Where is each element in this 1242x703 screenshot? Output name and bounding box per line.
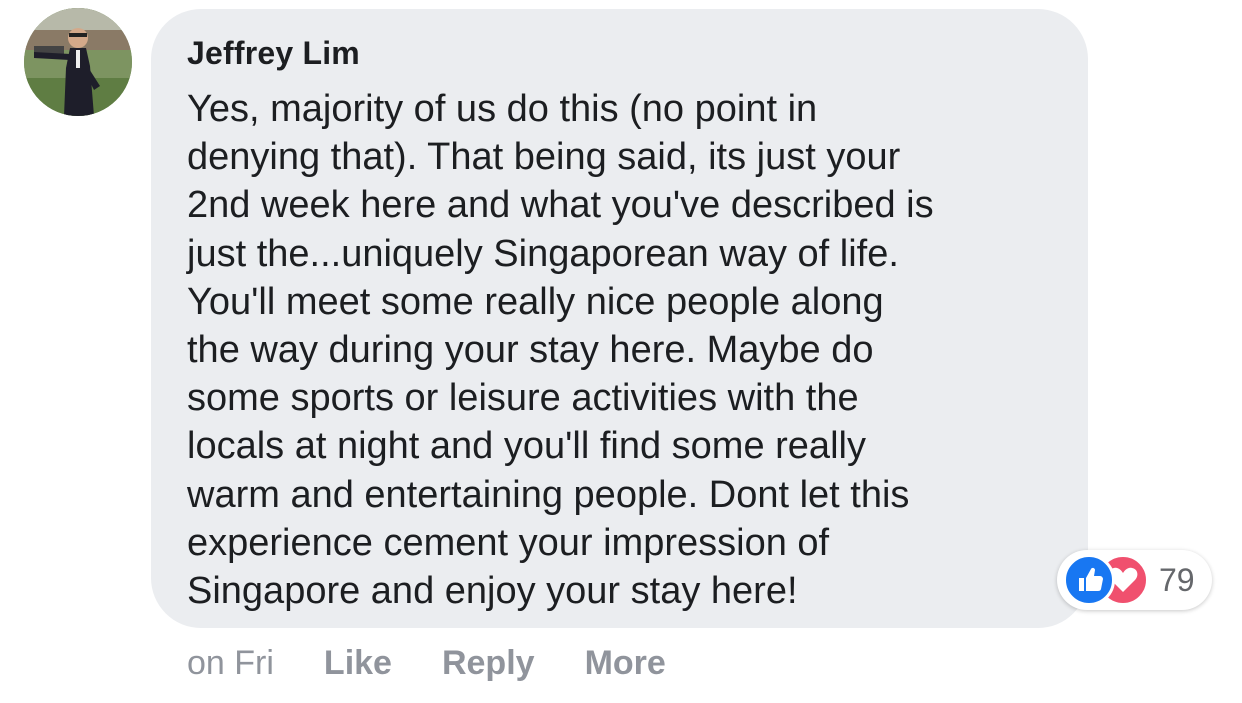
comment-text-line: warm and entertaining people. Dont let t… — [187, 473, 910, 516]
comment-timestamp[interactable]: on Fri — [187, 640, 274, 686]
comment-text-line: locals at night and you'll find some rea… — [187, 425, 866, 468]
like-icon — [1063, 554, 1115, 606]
comment-author[interactable]: Jeffrey Lim — [187, 33, 1058, 73]
comment-text-line: experience cement your impression of — [187, 521, 830, 564]
comment-text-line: some sports or leisure activities with t… — [187, 377, 859, 420]
reply-button[interactable]: Reply — [442, 640, 535, 686]
comment-text-line: 2nd week here and what you've described … — [187, 184, 934, 227]
more-button[interactable]: More — [585, 640, 666, 686]
comment-text-line: You'll meet some really nice people alon… — [187, 280, 884, 323]
comment-text-line: Singapore and enjoy your stay here! — [187, 570, 798, 613]
comment-actions: on Fri Like Reply More — [187, 640, 666, 686]
comment-text-line: Yes, majority of us do this (no point in — [187, 88, 818, 130]
reaction-count: 79 — [1159, 562, 1195, 598]
comment-text: Yes, majority of us do this (no point in… — [187, 85, 1058, 615]
reaction-summary[interactable]: 79 — [1057, 550, 1212, 610]
like-button[interactable]: Like — [324, 640, 392, 686]
comment-bubble: Jeffrey Lim Yes, majority of us do this … — [151, 9, 1088, 628]
comment-text-line: the way during your stay here. Maybe do — [187, 329, 874, 372]
comment-text-line: denying that). That being said, its just… — [187, 136, 901, 179]
avatar[interactable] — [24, 8, 132, 116]
comment-text-line: just the...uniquely Singaporean way of l… — [187, 232, 899, 275]
profile-photo-icon — [24, 8, 132, 116]
